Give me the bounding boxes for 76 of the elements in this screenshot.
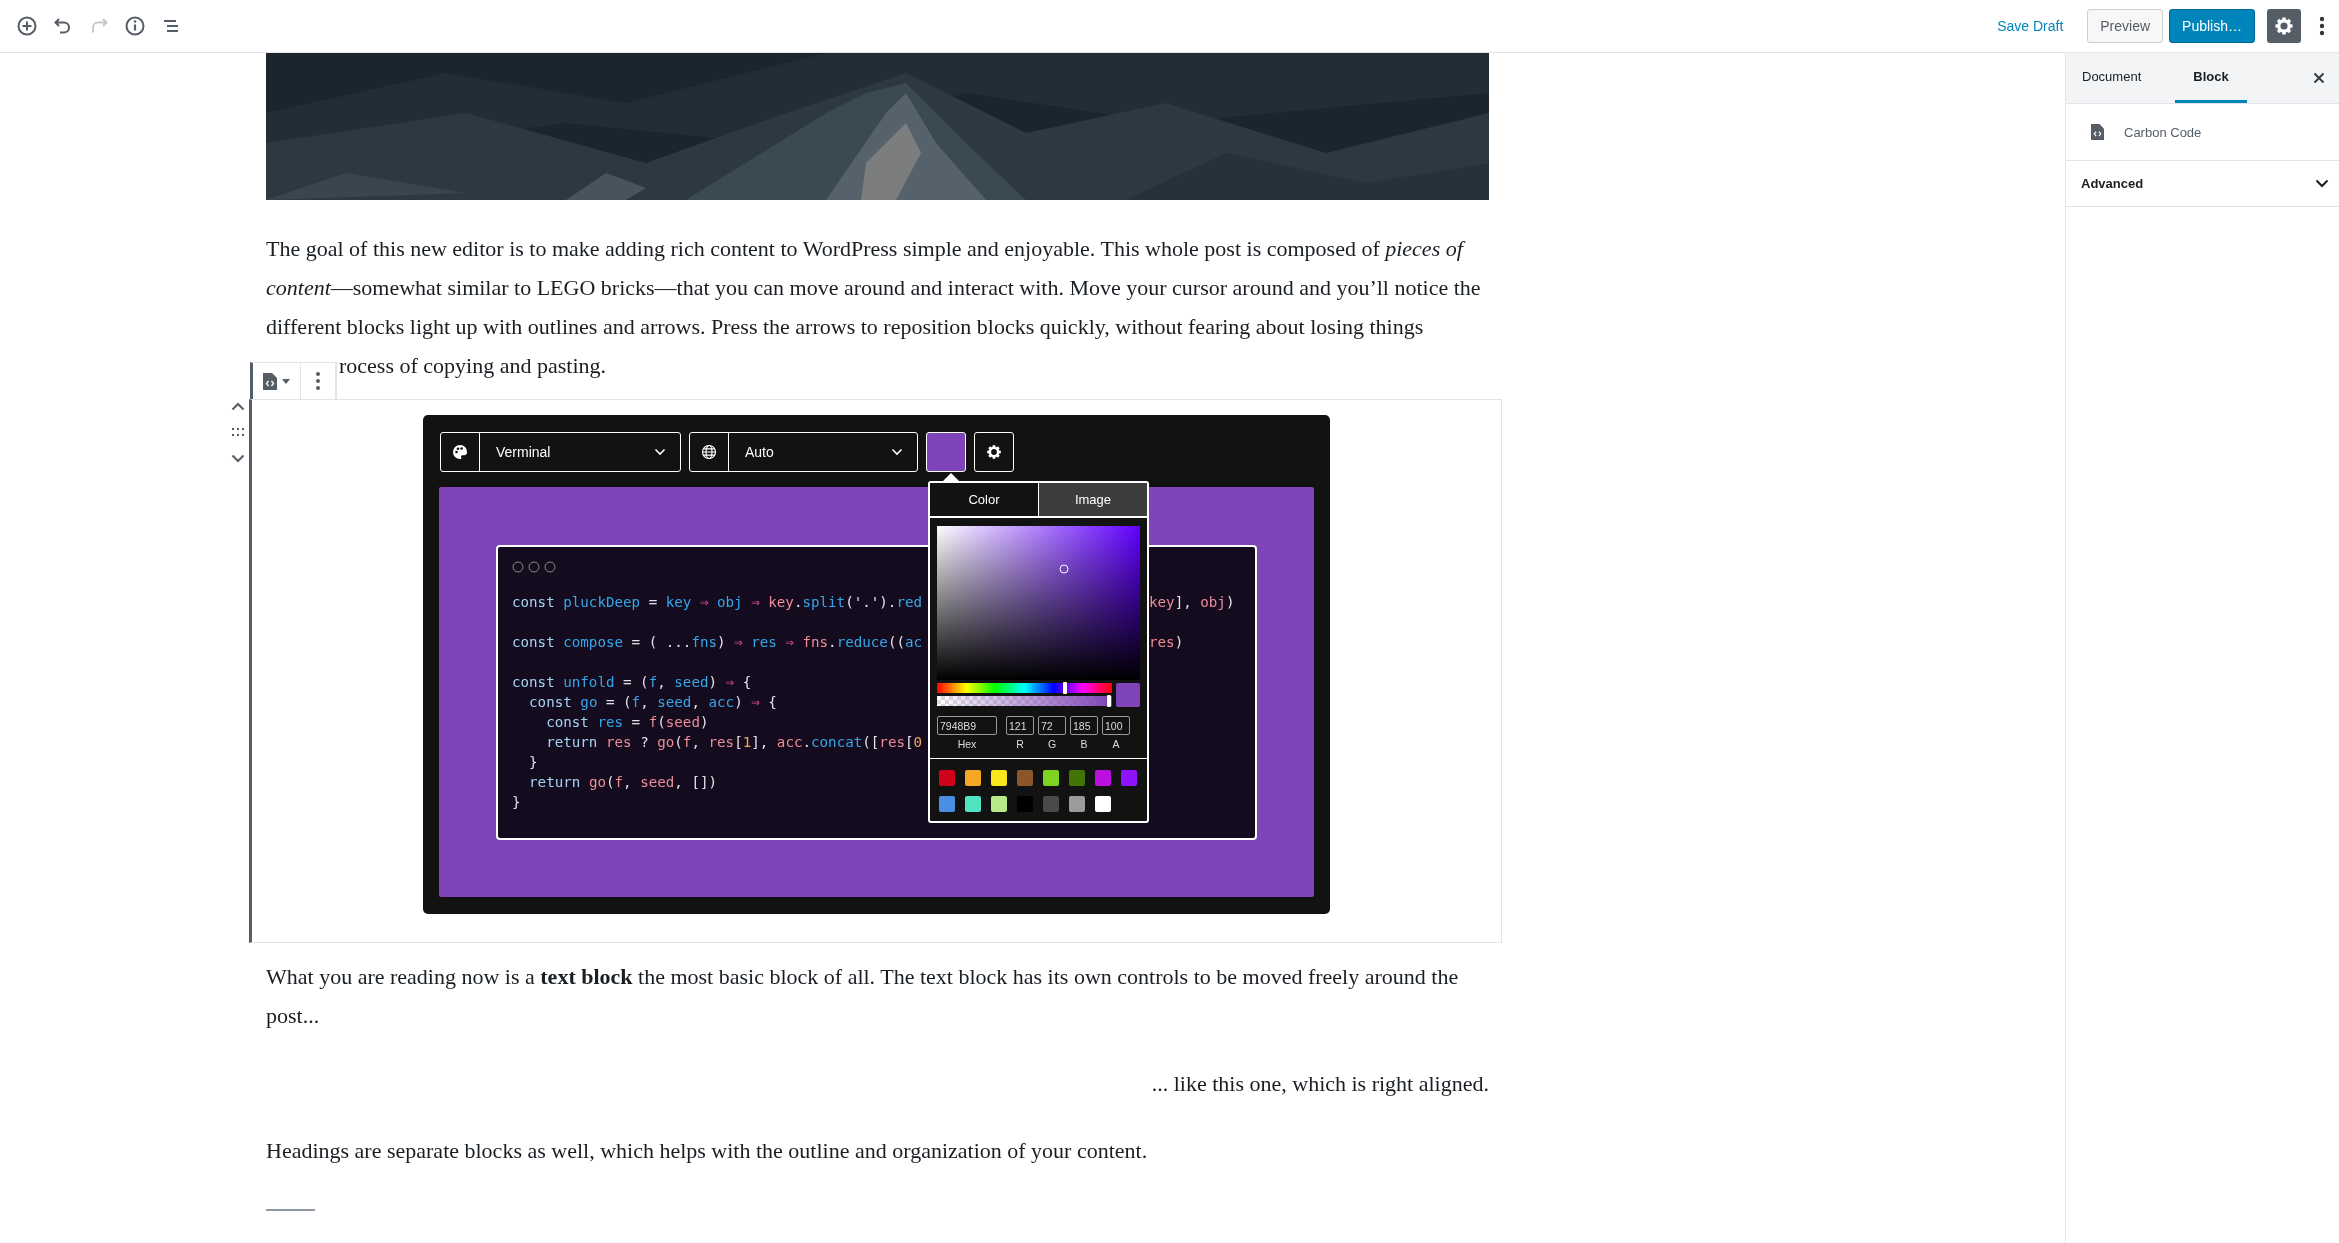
field-label: A [1112,738,1120,750]
slider-thumb[interactable] [1106,695,1111,707]
color-value-field[interactable]: 100 [1102,716,1130,735]
picker-handle[interactable] [1059,564,1069,574]
code-file-icon [2091,124,2104,140]
code-line: key], obj) [1149,593,1235,612]
block-name: Carbon Code [2124,124,2202,140]
background-color-button[interactable] [926,432,966,472]
publish-button[interactable]: Publish… [2169,9,2255,43]
picker-tab[interactable]: Image [1038,483,1147,516]
sidebar-tab[interactable]: Document [2066,53,2158,103]
settings-icon [2274,16,2294,36]
color-swatch[interactable] [1095,796,1111,812]
sidebar-tab[interactable]: Block [2175,53,2247,103]
chevron-down-icon [891,448,903,456]
close-icon [2313,72,2325,84]
hue-slider[interactable] [937,683,1112,693]
info-icon [124,15,146,37]
color-swatch[interactable] [939,770,955,786]
code-line: return res ? go(f, res[1], acc.concat([res[0 [545,733,923,752]
globe-icon [701,444,717,460]
preview-button[interactable]: Preview [2087,9,2164,43]
code-line: res) [1149,633,1184,652]
field-label: Hex [957,738,977,750]
color-swatch[interactable] [1069,796,1085,812]
paragraph: Headings are separate blocks as well, which helps with the outline and organization of your content. [266,1137,1149,1165]
language-dropdown[interactable]: Auto [689,432,918,472]
settings-icon [986,444,1002,460]
code-line: const unfold = (f, seed) ⇒ { [512,673,752,692]
code-line: const pluckDeep = key ⇒ obj ⇒ key.split('.').red [512,593,922,612]
code-line: const go = (f, seed, acc) ⇒ { [528,693,777,712]
color-value-field[interactable]: 121 [1006,716,1034,735]
kebab-icon [315,371,321,391]
drag-handle-icon [232,428,244,436]
color-swatch[interactable] [1121,770,1137,786]
paragraph: ... like this one, which is right aligned. [1150,1070,1489,1098]
code-line: return go(f, seed, []) [528,773,718,792]
slider-thumb[interactable] [1062,682,1067,694]
theme-dropdown[interactable]: Verminal [440,432,681,472]
color-swatch[interactable] [991,770,1007,786]
color-value-field[interactable]: 7948B9 [937,716,997,735]
saturation-field[interactable] [937,526,1140,680]
chevron-down-icon [2315,179,2329,188]
paragraph: What you are reading now is a text block the most basic block of all. The text block has its own controls to be moved freely around the post... [266,963,1460,1030]
alpha-slider[interactable] [937,696,1112,706]
chevron-down-icon [231,453,245,463]
color-swatch[interactable] [1043,770,1059,786]
code-file-icon [263,372,277,390]
color-swatch[interactable] [965,796,981,812]
color-swatch[interactable] [939,796,955,812]
color-value-field[interactable]: 185 [1070,716,1098,735]
color-swatch[interactable] [1017,770,1033,786]
field-label: B [1080,738,1088,750]
field-label: R [1016,738,1024,750]
code-line: const res = f(seed) [545,713,709,732]
color-swatch[interactable] [1043,796,1059,812]
kebab-icon [2319,16,2325,36]
color-value-field[interactable]: 72 [1038,716,1066,735]
settings-button[interactable] [974,432,1014,472]
color-swatch[interactable] [1069,770,1085,786]
code-line: const compose = ( ...fns) ⇒ res ⇒ fns.reduce((ac [512,633,923,652]
plus-circle-icon [16,15,38,37]
chevron-up-icon [231,401,245,411]
paragraph-fragment: rocess of copying and pasting. [339,352,606,380]
color-swatch[interactable] [1095,770,1111,786]
save-draft-button[interactable]: Save Draft [1989,12,2072,40]
code-line: } [512,793,521,812]
window-controls-icon [512,561,556,573]
color-swatch[interactable] [965,770,981,786]
chevron-down-icon [654,448,666,456]
code-line: } [528,753,538,772]
palette-icon [452,444,468,460]
caret-icon [282,378,290,384]
color-swatch[interactable] [991,796,1007,812]
field-label: G [1047,738,1057,750]
settings-button[interactable] [2267,9,2301,43]
